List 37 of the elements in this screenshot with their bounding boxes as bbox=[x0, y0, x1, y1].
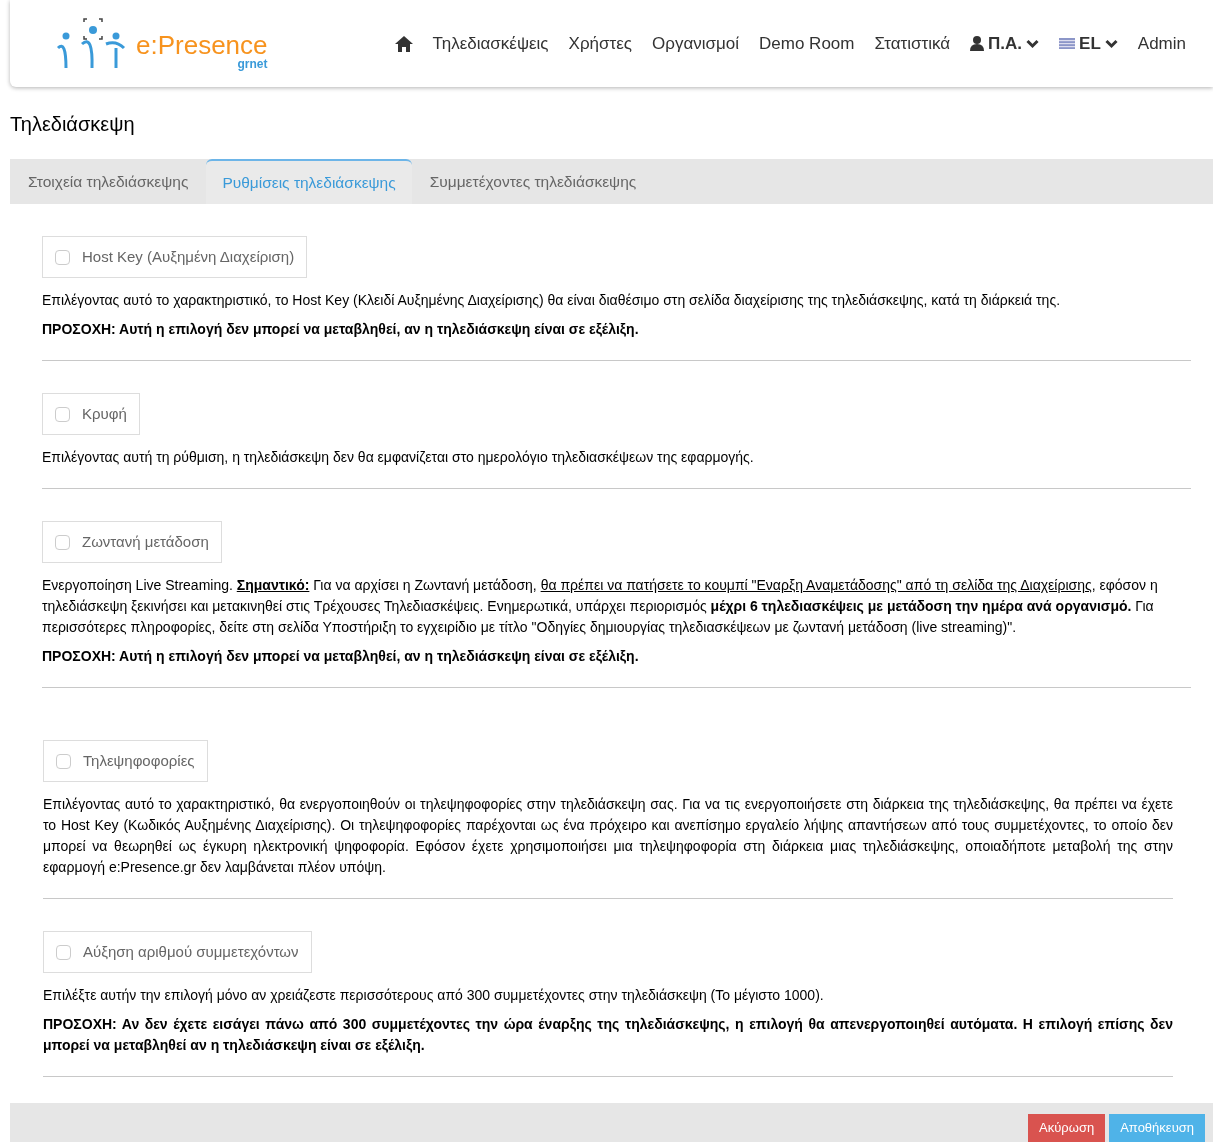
description-text: Ενεργοποίηση Live Streaming. Σημαντικό: Για να αρχίσει η Ζωντανή μετάδοση, θα πρέπει να πατήσετε το κουμπί "Εναρξη Αναμετάδοσης" από τη σελίδα της Διαχείρισης, εφόσον η τηλεδιάσκεψη ξεκινήσει και μετακινηθεί στις Τρέχουσες Τηλεδιασκέψεις. Ενημερωτικά, υπάρχει περιορισμός μέχρι 6 τηλεδιασκέψεις με μετάδοση την ημέρα ανά οργανισμό. Για περισσότερες πληροφορίες, δείτε στη σελίδα Υποστήριξη το εγχειρίδιο με τίτλο "Οδηγίες δημιουργίας τηλεδιασκέψεων με ζωντανή μετάδοση (live streaming)". bbox=[42, 576, 1159, 637]
tab[interactable]: Συμμετέχοντες τηλεδιάσκεψης bbox=[417, 159, 649, 204]
nav-link[interactable]: Οργανισμοί bbox=[652, 30, 740, 57]
description-text: ΠΡΟΣΟΧΗ: Αυτή η επιλογή δεν μπορεί να μεταβληθεί, αν η τηλεδιάσκεψη είναι σε εξέλιξη. bbox=[42, 320, 640, 339]
option-checkbox[interactable]: Αύξηση αριθμού συμμετεχόντων bbox=[43, 931, 312, 973]
home-icon[interactable] bbox=[394, 35, 413, 52]
nav-link[interactable]: Χρήστες bbox=[568, 30, 632, 57]
nav-link[interactable]: Admin bbox=[1137, 30, 1186, 57]
description-text: Επιλέγοντας αυτή τη ρύθμιση, η τηλεδιάσκεψη δεν θα εμφανίζεται στο ημερολόγιο τηλεδιασκέψεων της εφαρμογής. bbox=[42, 448, 755, 467]
description-text: Επιλέγοντας αυτό το χαρακτηριστικό, το Host Key (Κλειδί Αυξημένης Διαχείρισης) θα είναι διαθέσιμο στη σελίδα διαχείρισης της τηλεδιάσκεψης, κατά τη διάρκειά της. bbox=[42, 291, 1062, 310]
description-text: Επιλέξτε αυτήν την επιλογή μόνο αν χρειάζεστε περισσότερους από 300 συμμετέχοντες στην τηλεδιάσκεψη (Το μέγιστο 1000). bbox=[43, 986, 825, 1005]
description-text: Επιλέγοντας αυτό το χαρακτηριστικό, θα ενεργοποιηθούν οι τηλεψηφοφορίες στην τηλεδιάσκεψη σας. Για να τις ενεργοποιήσετε στη διάρκεια της τηλεδιάσκεψης, θα πρέπει να έχετε το Host Key (Κωδικός Αυξημένης Διαχείρισης). Οι τηλεψηφοφορίες παρέχονται ως ένα πρόχειρο και ανεπίσημο εργαλείο λήψης απαντήσεων από τους συμμετέχοντες, το οποίο δεν μπορεί να θεωρηθεί ως έγκυρη ηλεκτρονική ψηφοφορία. Εφόσον έχετε χρησιμοποιήσει μια τηλεψηφοφορία στη διάρκεια μιας τηλεδιάσκεψης, οποιαδήποτε μεταβολή της στην εφαρμογή e:Presence.gr δεν λαμβάνεται πλέον υπόψη. bbox=[43, 795, 1173, 877]
option-checkbox[interactable]: Τηλεψηφοφορίες bbox=[43, 740, 208, 782]
option-checkbox[interactable]: Host Key (Αυξημένη Διαχείριση) bbox=[42, 236, 308, 278]
nav-link[interactable]: Τηλεδιασκέψεις bbox=[432, 30, 549, 57]
nav-link[interactable]: Demo Room bbox=[759, 30, 855, 57]
chevron-down-icon bbox=[1104, 38, 1118, 49]
checkbox[interactable] bbox=[55, 534, 70, 550]
user-menu[interactable]: Π.Α. bbox=[970, 30, 1040, 57]
flag-icon bbox=[1059, 38, 1076, 49]
nav-link[interactable]: Στατιστικά bbox=[874, 30, 951, 57]
page-title: Τηλεδιάσκεψη bbox=[10, 112, 136, 137]
option-checkbox[interactable]: Κρυφή bbox=[42, 393, 140, 435]
option-checkbox[interactable]: Ζωντανή μετάδοση bbox=[42, 521, 222, 563]
checkbox[interactable] bbox=[56, 753, 71, 769]
checkbox[interactable] bbox=[56, 944, 71, 960]
description-text: ΠΡΟΣΟΧΗ: Αν δεν έχετε εισάγει πάνω από 300 συμμετέχοντες την ώρα έναρξης της τηλεδιάσκεψης, η επιλογή θα απενεργοποιηθεί αυτόματα. Η επιλογή επίσης δεν μπορεί να μεταβληθεί αν η τηλεδιάσκεψη είναι σε εξέλιξη. bbox=[43, 1015, 1173, 1055]
chevron-down-icon bbox=[1026, 38, 1040, 49]
tab[interactable]: Στοιχεία τηλεδιάσκεψης bbox=[16, 159, 201, 204]
page-link[interactable]: θα πρέπει να πατήσετε το κουμπί "Εναρξη Αναμετάδοσης" από τη σελίδα της Διαχείρισης bbox=[540, 577, 1092, 593]
app-logo[interactable]: e:Presence grnet bbox=[54, 17, 268, 70]
cancel-button[interactable]: Ακύρωση bbox=[1028, 1114, 1106, 1142]
user-icon bbox=[970, 36, 985, 51]
description-text: ΠΡΟΣΟΧΗ: Αυτή η επιλογή δεν μπορεί να μεταβληθεί, αν η τηλεδιάσκεψη είναι σε εξέλιξη. bbox=[42, 647, 640, 666]
checkbox[interactable] bbox=[55, 406, 70, 422]
checkbox[interactable] bbox=[55, 249, 70, 265]
language-menu[interactable]: EL bbox=[1059, 30, 1118, 57]
